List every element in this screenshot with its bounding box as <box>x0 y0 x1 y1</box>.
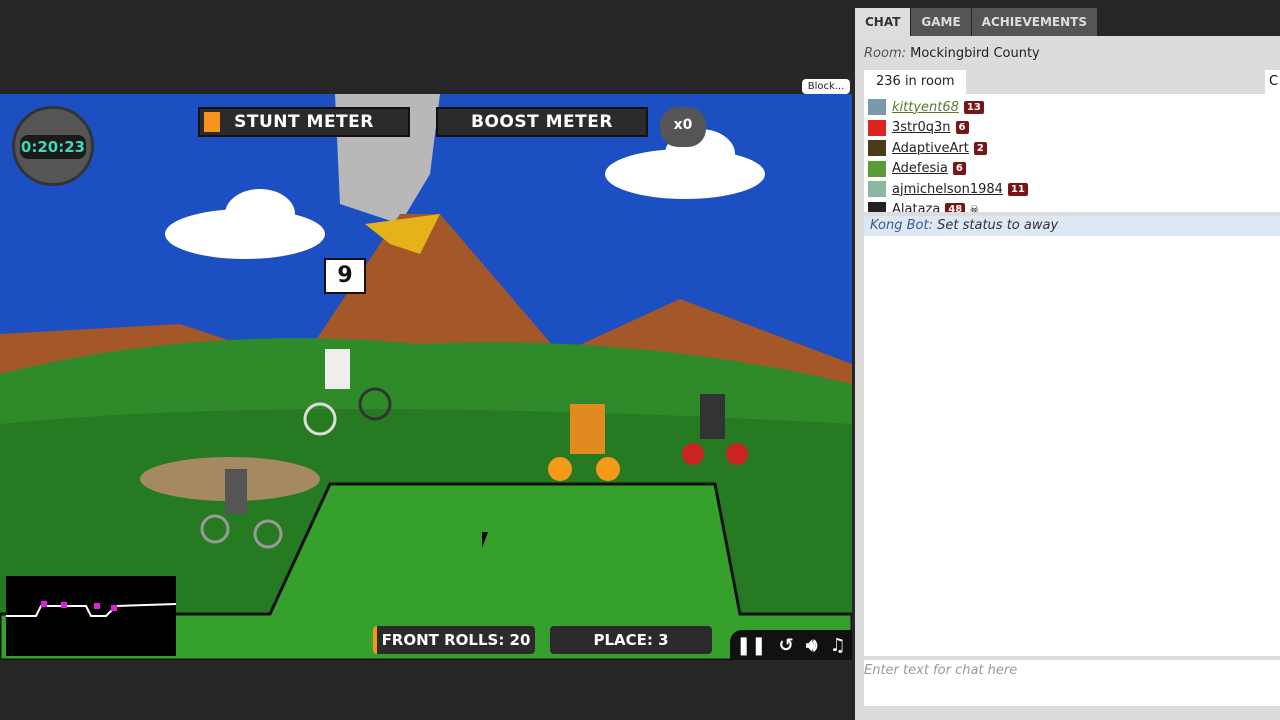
user-name[interactable]: 3str0q3n <box>892 120 951 135</box>
user-name[interactable]: AdaptiveArt <box>892 141 969 156</box>
user-name[interactable]: Alataza <box>892 202 940 212</box>
chat-messages <box>864 236 1280 656</box>
tab-game[interactable]: GAME <box>911 8 971 36</box>
bot-message-text: Set status to away <box>937 218 1059 233</box>
avatar <box>868 99 886 116</box>
level-badge: 6 <box>952 162 966 176</box>
chat-sidebar: CHAT GAME ACHIEVEMENTS Room: Mockingbird… <box>855 0 1280 720</box>
boost-meter-label: BOOST METER <box>471 112 613 132</box>
room-label: Room: <box>864 46 906 61</box>
user-item[interactable]: ajmichelson1984 11 <box>864 179 1280 200</box>
timer-text: 0:20:23 <box>20 135 86 159</box>
mouse-cursor-icon <box>482 532 488 548</box>
avatar <box>868 181 886 198</box>
front-rolls: FRONT ROLLS: 20 <box>373 626 535 654</box>
room-info: Room: Mockingbird County <box>864 46 1040 61</box>
bot-name: Kong Bot: <box>870 218 933 233</box>
avatar <box>868 140 886 157</box>
skull-icon: ☠ <box>969 203 980 212</box>
minimap <box>6 576 176 656</box>
level-badge: 11 <box>1007 182 1028 196</box>
sound-icon[interactable]: 🔊︎ <box>806 635 817 656</box>
stunt-meter: STUNT METER <box>198 107 410 137</box>
block-button[interactable]: Block... <box>802 79 850 94</box>
room-button[interactable]: C <box>1265 70 1280 94</box>
user-name[interactable]: ajmichelson1984 <box>892 182 1003 197</box>
music-icon[interactable]: ♫ <box>830 635 846 656</box>
trick-bubble: 9 <box>324 258 366 294</box>
boost-meter: BOOST METER <box>436 107 648 137</box>
user-item[interactable]: AdaptiveArt 2 <box>864 138 1280 159</box>
stunt-meter-label: STUNT METER <box>234 112 374 132</box>
place: PLACE: 3 <box>550 626 712 654</box>
level-badge: 13 <box>963 100 984 114</box>
avatar <box>868 119 886 136</box>
user-name[interactable]: Adefesia <box>892 161 948 176</box>
room-count-tab[interactable]: 236 in room <box>864 70 966 94</box>
avatar <box>868 201 886 212</box>
user-name[interactable]: kittyent68 <box>892 100 959 115</box>
tab-chat[interactable]: CHAT <box>855 8 911 36</box>
bot-message: Kong Bot: Set status to away <box>864 216 1280 236</box>
pause-icon[interactable]: ❚❚ <box>736 635 766 656</box>
game-canvas[interactable]: 0:20:23 STUNT METER BOOST METER x0 9 FRO… <box>0 94 852 660</box>
user-item[interactable]: Alataza 48 ☠ <box>864 200 1280 212</box>
restart-icon[interactable]: ↺ <box>779 635 794 656</box>
chat-input[interactable]: Enter text for chat here <box>864 660 1280 706</box>
tab-achievements[interactable]: ACHIEVEMENTS <box>971 8 1097 36</box>
avatar <box>868 160 886 177</box>
level-badge: 48 <box>945 203 966 212</box>
timer-clock: 0:20:23 <box>12 106 94 186</box>
level-badge: 2 <box>973 141 987 155</box>
stunt-meter-fill <box>204 112 220 132</box>
user-list[interactable]: kittyent68 13 3str0q3n 6 AdaptiveArt 2 Adef… <box>864 94 1280 212</box>
level-badge: 6 <box>955 121 969 135</box>
user-item[interactable]: kittyent68 13 <box>864 97 1280 118</box>
user-item[interactable]: Adefesia 6 <box>864 159 1280 180</box>
boost-count: x0 <box>660 107 706 147</box>
room-name: Mockingbird County <box>910 46 1040 61</box>
user-item[interactable]: 3str0q3n 6 <box>864 118 1280 139</box>
